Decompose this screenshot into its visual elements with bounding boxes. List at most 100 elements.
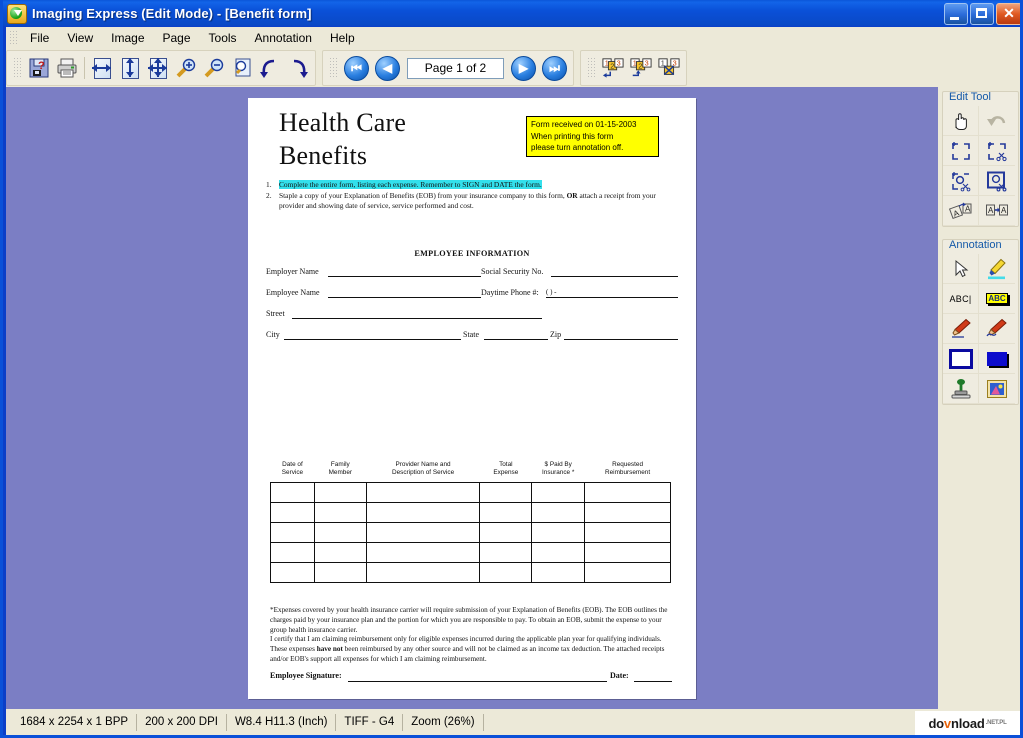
- rotate-left-button[interactable]: [256, 54, 284, 82]
- rotate-right-icon: [287, 57, 309, 79]
- insert-image-tool-button[interactable]: [979, 374, 1015, 404]
- undo-icon: [985, 110, 1009, 132]
- cut-region-tool-button[interactable]: [979, 136, 1015, 166]
- expense-table[interactable]: Date ofService FamilyMember Provider Nam…: [270, 461, 671, 583]
- rotate-right-button[interactable]: [284, 54, 312, 82]
- toolbar-grip-2[interactable]: [329, 57, 337, 79]
- instruction-number-2: 2.: [266, 191, 279, 211]
- insert-page-button[interactable]: 1 2 3: [599, 54, 627, 82]
- table-cell[interactable]: [532, 563, 585, 583]
- close-button[interactable]: ✕: [996, 3, 1022, 25]
- straight-line-pen-tool-button[interactable]: [943, 314, 979, 344]
- menu-annotation[interactable]: Annotation: [246, 29, 321, 47]
- table-cell[interactable]: [271, 523, 315, 543]
- previous-page-button[interactable]: ◀: [375, 56, 400, 81]
- title-bar: Imaging Express (Edit Mode) - [Benefit f…: [3, 0, 1023, 27]
- menu-tools[interactable]: Tools: [200, 29, 246, 47]
- filled-rectangle-tool-button[interactable]: [979, 344, 1015, 374]
- highlighter-tool-button[interactable]: [979, 254, 1015, 284]
- menu-page[interactable]: Page: [154, 29, 200, 47]
- svg-text:3: 3: [645, 59, 649, 68]
- table-cell[interactable]: [271, 503, 315, 523]
- table-cell[interactable]: [314, 523, 366, 543]
- last-page-button[interactable]: ⏭: [542, 56, 567, 81]
- table-cell[interactable]: [532, 503, 585, 523]
- crop-region-tool-button[interactable]: [979, 166, 1015, 196]
- copy-cut-tool-button[interactable]: [943, 166, 979, 196]
- menu-grip[interactable]: [9, 30, 17, 46]
- table-cell[interactable]: [585, 543, 671, 563]
- document-page[interactable]: Health Care Benefits Form received on 01…: [248, 98, 696, 699]
- fit-height-button[interactable]: [116, 54, 144, 82]
- filled-rectangle-icon: [985, 348, 1009, 370]
- table-cell[interactable]: [480, 503, 532, 523]
- zoom-out-button[interactable]: [200, 54, 228, 82]
- annotation-stamp-note[interactable]: Form received on 01-15-2003 When printin…: [526, 116, 659, 157]
- document-title-line1: Health Care: [279, 106, 406, 139]
- print-button[interactable]: [53, 54, 81, 82]
- text-tool-button[interactable]: ABC|: [943, 284, 979, 314]
- table-row[interactable]: [271, 563, 671, 583]
- fit-page-button[interactable]: [144, 54, 172, 82]
- table-cell[interactable]: [314, 503, 366, 523]
- rubber-stamp-tool-button[interactable]: [943, 374, 979, 404]
- fit-width-button[interactable]: [88, 54, 116, 82]
- toolbar-grip-3[interactable]: [587, 57, 595, 79]
- table-cell[interactable]: [480, 483, 532, 503]
- table-cell[interactable]: [271, 543, 315, 563]
- table-row[interactable]: [271, 543, 671, 563]
- table-cell[interactable]: [366, 543, 480, 563]
- table-row[interactable]: [271, 523, 671, 543]
- pointer-tool-button[interactable]: [943, 254, 979, 284]
- freehand-pen-tool-button[interactable]: [979, 314, 1015, 344]
- table-cell[interactable]: [271, 563, 315, 583]
- table-cell[interactable]: [366, 523, 480, 543]
- rotate-text-tool-button[interactable]: A A: [943, 196, 979, 226]
- table-cell[interactable]: [366, 503, 480, 523]
- table-cell[interactable]: [314, 543, 366, 563]
- daytime-phone-label: Daytime Phone #:: [481, 288, 539, 297]
- table-cell[interactable]: [314, 483, 366, 503]
- table-cell[interactable]: [532, 483, 585, 503]
- table-cell[interactable]: [532, 523, 585, 543]
- table-cell[interactable]: [480, 523, 532, 543]
- save-button[interactable]: ?: [25, 54, 53, 82]
- page-indicator[interactable]: Page 1 of 2: [407, 58, 504, 79]
- toolbar-grip-1[interactable]: [13, 57, 21, 79]
- select-region-tool-button[interactable]: [943, 136, 979, 166]
- table-cell[interactable]: [585, 483, 671, 503]
- table-cell[interactable]: [314, 563, 366, 583]
- append-page-button[interactable]: 1 2 3: [627, 54, 655, 82]
- document-workspace[interactable]: Health Care Benefits Form received on 01…: [6, 87, 938, 709]
- minimize-button[interactable]: [944, 3, 968, 25]
- field-row-city: City State Zip: [266, 330, 678, 351]
- table-row[interactable]: [271, 483, 671, 503]
- sticky-note-tool-button[interactable]: ABC: [979, 284, 1015, 314]
- table-cell[interactable]: [532, 543, 585, 563]
- edit-tool-grid: A A A A: [943, 106, 1018, 226]
- zoom-area-button[interactable]: [228, 54, 256, 82]
- benefit-form-document: Health Care Benefits Form received on 01…: [248, 98, 696, 699]
- table-cell[interactable]: [366, 483, 480, 503]
- next-page-button[interactable]: ▶: [511, 56, 536, 81]
- menu-file[interactable]: File: [21, 29, 58, 47]
- move-text-tool-button[interactable]: A A: [979, 196, 1015, 226]
- menu-view[interactable]: View: [58, 29, 102, 47]
- table-cell[interactable]: [585, 503, 671, 523]
- table-row[interactable]: [271, 503, 671, 523]
- table-cell[interactable]: [585, 563, 671, 583]
- pan-hand-tool-button[interactable]: [943, 106, 979, 136]
- table-cell[interactable]: [480, 563, 532, 583]
- table-cell[interactable]: [271, 483, 315, 503]
- menu-help[interactable]: Help: [321, 29, 364, 47]
- zoom-in-button[interactable]: [172, 54, 200, 82]
- table-cell[interactable]: [366, 563, 480, 583]
- delete-page-button[interactable]: 1 3: [655, 54, 683, 82]
- table-cell[interactable]: [585, 523, 671, 543]
- hollow-rectangle-tool-button[interactable]: [943, 344, 979, 374]
- undo-tool-button[interactable]: [979, 106, 1015, 136]
- first-page-button[interactable]: ⏮: [344, 56, 369, 81]
- menu-image[interactable]: Image: [102, 29, 153, 47]
- table-cell[interactable]: [480, 543, 532, 563]
- maximize-button[interactable]: [970, 3, 994, 25]
